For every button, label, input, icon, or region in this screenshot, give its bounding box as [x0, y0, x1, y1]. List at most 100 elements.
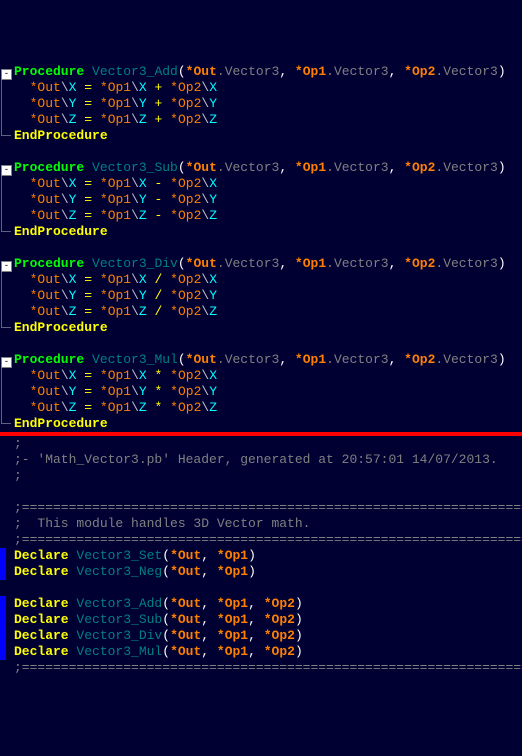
pointer-var: *Op1 — [100, 368, 131, 383]
fold-line — [1, 208, 11, 224]
pointer-param: *Out — [186, 352, 217, 367]
pointer-param: *Out — [170, 644, 201, 659]
keyword-procedure: Procedure — [14, 352, 84, 367]
keyword-endprocedure: EndProcedure — [14, 128, 108, 143]
pointer-var: *Op1 — [100, 208, 131, 223]
comment-line: ; This module handles 3D Vector math. — [14, 516, 522, 532]
assign-op: = — [84, 304, 92, 319]
procedure-body-line: *Out\Y = *Op1\Y - *Op2\Y — [14, 192, 522, 208]
type-name: Vector3 — [225, 160, 280, 175]
function-name: Vector3_Div — [92, 256, 178, 271]
type-name: Vector3 — [334, 352, 389, 367]
pointer-var: *Op1 — [100, 192, 131, 207]
pointer-var: *Op2 — [170, 400, 201, 415]
fold-line — [1, 112, 11, 128]
pointer-var: *Op2 — [170, 208, 201, 223]
procedure-body-line: *Out\Z = *Op1\Z / *Op2\Z — [14, 304, 522, 320]
procedure-body-line: *Out\Y = *Op1\Y * *Op2\Y — [14, 384, 522, 400]
field-name: Z — [209, 112, 217, 127]
pointer-param: *Out — [186, 160, 217, 175]
paren-open: ( — [162, 548, 170, 563]
pointer-param: *Op1 — [217, 628, 248, 643]
pointer-param: *Op1 — [217, 548, 248, 563]
pointer-param: *Out — [170, 628, 201, 643]
pointer-var: *Out — [30, 400, 61, 415]
paren-open: ( — [162, 644, 170, 659]
procedure-body-line: *Out\Y = *Op1\Y / *Op2\Y — [14, 288, 522, 304]
assign-op: = — [84, 400, 92, 415]
assign-op: = — [84, 272, 92, 287]
pointer-var: *Out — [30, 288, 61, 303]
comment: ; — [14, 468, 22, 483]
paren-open: ( — [178, 256, 186, 271]
pointer-var: *Op2 — [170, 272, 201, 287]
paren-open: ( — [162, 564, 170, 579]
end-procedure: EndProcedure — [14, 128, 522, 144]
field-name: Y — [139, 288, 147, 303]
pointer-var: *Op1 — [100, 96, 131, 111]
type-name: Vector3 — [334, 64, 389, 79]
pointer-param: *Op2 — [264, 628, 295, 643]
keyword-declare: Declare — [14, 612, 69, 627]
type-name: Vector3 — [443, 64, 498, 79]
pointer-var: *Op1 — [100, 384, 131, 399]
fold-line — [1, 224, 11, 232]
pointer-param: *Op1 — [217, 644, 248, 659]
assign-op: = — [84, 368, 92, 383]
pointer-var: *Out — [30, 80, 61, 95]
keyword-declare: Declare — [14, 644, 69, 659]
paren-close: ) — [498, 352, 506, 367]
pointer-param: *Op1 — [295, 160, 326, 175]
paren-open: ( — [162, 612, 170, 627]
comment-line: ;=======================================… — [14, 532, 522, 548]
fold-toggle[interactable]: - — [1, 165, 12, 176]
field-name: Z — [139, 112, 147, 127]
pointer-var: *Op1 — [100, 304, 131, 319]
assign-op: = — [84, 80, 92, 95]
comment-line: ; — [14, 468, 522, 484]
field-name: Z — [209, 304, 217, 319]
assign-op: = — [84, 288, 92, 303]
field-name: Z — [209, 400, 217, 415]
pointer-param: *Op1 — [217, 612, 248, 627]
fold-line — [1, 288, 11, 304]
assign-op: = — [84, 192, 92, 207]
pointer-param: *Out — [170, 548, 201, 563]
keyword-declare: Declare — [14, 596, 69, 611]
code-editor[interactable]: - - - -Procedure Vector3_Add(*Out.Vector3, … — [0, 64, 522, 676]
fold-toggle[interactable]: - — [1, 357, 12, 368]
fold-toggle[interactable]: - — [1, 69, 12, 80]
comment: ; — [14, 436, 22, 451]
type-name: Vector3 — [443, 352, 498, 367]
field-name: X — [209, 368, 217, 383]
code-area-lower[interactable]: ;;- 'Math_Vector3.pb' Header, generated … — [0, 436, 522, 676]
fold-line — [1, 416, 11, 424]
code-area-upper[interactable]: Procedure Vector3_Add(*Out.Vector3, *Op1… — [14, 64, 522, 432]
function-name: Vector3_Sub — [76, 612, 162, 627]
comment-line: ;=======================================… — [14, 660, 522, 676]
procedure-signature: Procedure Vector3_Div(*Out.Vector3, *Op1… — [14, 256, 522, 272]
field-name: X — [209, 176, 217, 191]
pointer-var: *Op2 — [170, 288, 201, 303]
field-name: Z — [139, 208, 147, 223]
procedure-body-line: *Out\Y = *Op1\Y + *Op2\Y — [14, 96, 522, 112]
paren-open: ( — [178, 160, 186, 175]
pointer-var: *Op1 — [100, 288, 131, 303]
function-name: Vector3_Mul — [92, 352, 178, 367]
fold-toggle[interactable]: - — [1, 261, 12, 272]
paren-close: ) — [295, 612, 303, 627]
fold-line — [1, 192, 11, 208]
field-name: Y — [139, 384, 147, 399]
field-name: Y — [139, 96, 147, 111]
field-name: Z — [139, 304, 147, 319]
pointer-param: *Op1 — [295, 352, 326, 367]
procedure-body-line: *Out\X = *Op1\X + *Op2\X — [14, 80, 522, 96]
paren-open: ( — [162, 596, 170, 611]
pointer-var: *Out — [30, 208, 61, 223]
assign-op: = — [84, 96, 92, 111]
field-name: Y — [139, 192, 147, 207]
field-name: Z — [139, 400, 147, 415]
keyword-procedure: Procedure — [14, 160, 84, 175]
pointer-param: *Op1 — [217, 596, 248, 611]
declare-line: Declare Vector3_Div(*Out, *Op1, *Op2) — [14, 628, 522, 644]
